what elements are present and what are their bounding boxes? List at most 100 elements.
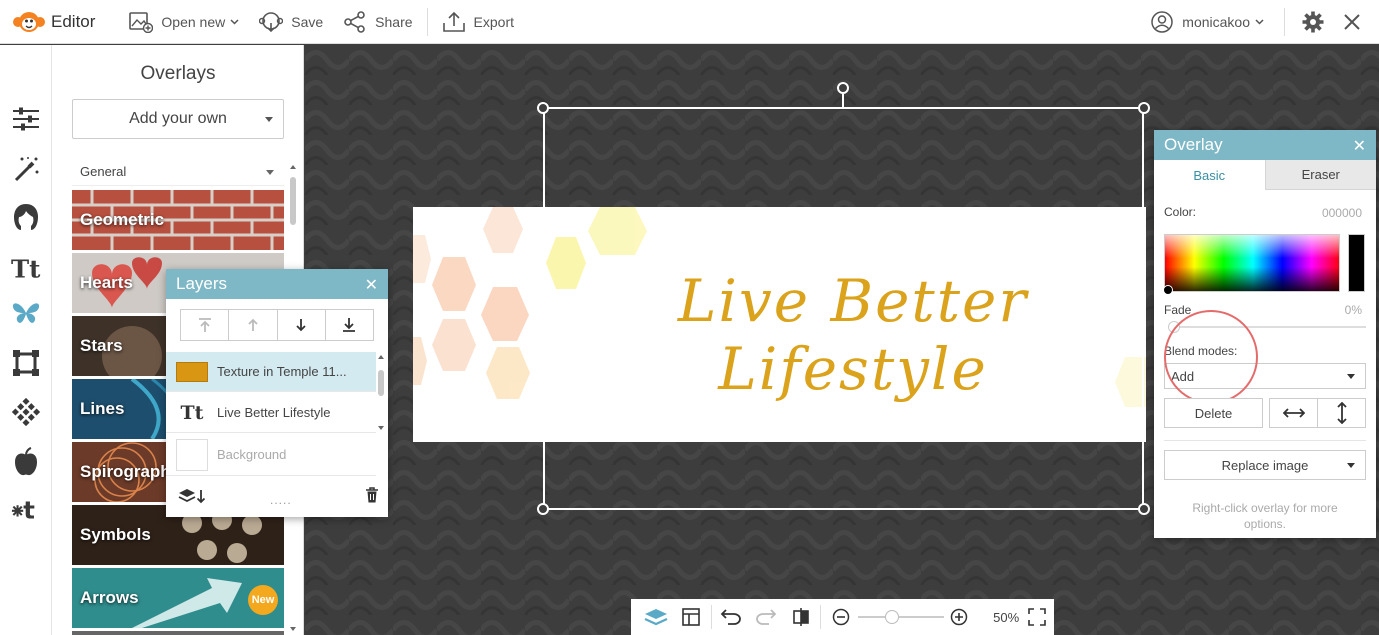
panel-resize-handle[interactable]: ..... bbox=[270, 493, 292, 507]
app-logo[interactable]: Editor bbox=[12, 9, 95, 35]
overlays-tool-button[interactable] bbox=[11, 298, 41, 328]
layer-item-background[interactable]: Background bbox=[166, 434, 376, 476]
redo-icon bbox=[756, 609, 777, 625]
highlight-circle bbox=[1164, 310, 1258, 404]
resize-handle-top-left[interactable] bbox=[537, 102, 549, 114]
selected-color-swatch[interactable] bbox=[1348, 234, 1365, 292]
replace-image-label: Replace image bbox=[1221, 457, 1309, 473]
zoom-in-button[interactable] bbox=[942, 599, 977, 635]
send-to-back-button[interactable] bbox=[326, 310, 373, 340]
overlay-panel-header[interactable]: Overlay ✕ bbox=[1154, 130, 1376, 160]
fullscreen-icon bbox=[1027, 608, 1046, 626]
resize-handle-bottom-right[interactable] bbox=[1138, 503, 1150, 515]
bring-to-front-button[interactable] bbox=[181, 310, 230, 340]
caret-down-icon bbox=[265, 117, 273, 122]
tool-category-bar: Tt t bbox=[0, 45, 52, 635]
zoom-out-button[interactable] bbox=[823, 599, 858, 635]
layer-thumbnail bbox=[176, 361, 208, 382]
undo-button[interactable] bbox=[714, 599, 749, 635]
flip-vertical-button[interactable] bbox=[1317, 398, 1366, 428]
layer-item-texture[interactable]: Texture in Temple 11... bbox=[166, 352, 376, 392]
grid-icon bbox=[682, 608, 701, 626]
save-label: Save bbox=[291, 13, 324, 30]
color-spectrum-shade bbox=[1165, 235, 1339, 291]
layer-thumbnail bbox=[176, 438, 208, 471]
replace-image-button[interactable]: Replace image bbox=[1164, 450, 1366, 480]
toolbar-divider bbox=[426, 7, 428, 36]
tab-basic[interactable]: Basic bbox=[1154, 160, 1265, 190]
redo-button[interactable] bbox=[749, 599, 784, 635]
compare-icon bbox=[793, 608, 809, 626]
panel-hint-text: Right-click overlay for more options. bbox=[1192, 501, 1338, 531]
close-icon[interactable]: ✕ bbox=[365, 275, 378, 295]
share-label: Share bbox=[375, 13, 413, 30]
frames-tool-button[interactable] bbox=[11, 348, 41, 378]
compare-button[interactable] bbox=[784, 599, 819, 635]
user-avatar-icon bbox=[1150, 10, 1182, 34]
panel-title: Layers bbox=[176, 274, 228, 293]
bring-to-front-icon bbox=[198, 318, 211, 332]
rotate-handle[interactable] bbox=[837, 82, 849, 94]
flip-vertical-icon bbox=[1336, 402, 1347, 424]
share-button[interactable]: Share bbox=[333, 0, 422, 44]
color-picker-marker[interactable] bbox=[1163, 285, 1173, 295]
butterfly-icon bbox=[12, 303, 40, 323]
svg-text:t: t bbox=[23, 495, 35, 523]
touch-up-tool-button[interactable] bbox=[11, 202, 41, 232]
layers-merge-icon bbox=[178, 489, 206, 504]
stickers-tool-button[interactable]: t bbox=[11, 493, 41, 523]
bring-forward-button[interactable] bbox=[229, 310, 278, 340]
overlay-tile-geometric[interactable]: Geometric bbox=[72, 190, 284, 250]
frame-icon bbox=[13, 350, 39, 376]
close-icon bbox=[1343, 13, 1361, 31]
color-spectrum-picker[interactable] bbox=[1164, 234, 1340, 292]
adjustments-tool-button[interactable] bbox=[11, 104, 41, 134]
save-button[interactable]: Save bbox=[249, 0, 333, 44]
layers-panel-header[interactable]: Layers ✕ bbox=[166, 269, 388, 299]
caret-down-icon bbox=[1347, 463, 1355, 468]
grid-toggle-button[interactable] bbox=[674, 599, 709, 635]
monkey-logo-icon bbox=[12, 9, 46, 35]
resize-handle-top-right[interactable] bbox=[1138, 102, 1150, 114]
overlay-tile-arrows[interactable]: Arrows New bbox=[72, 568, 284, 628]
close-editor-button[interactable] bbox=[1333, 0, 1379, 44]
delete-button[interactable]: Delete bbox=[1164, 398, 1263, 428]
textures-tool-button[interactable] bbox=[11, 397, 41, 427]
user-menu-button[interactable]: monicakoo bbox=[1140, 0, 1280, 44]
zoom-slider-thumb[interactable] bbox=[885, 610, 900, 624]
layers-toggle-button[interactable] bbox=[639, 599, 674, 635]
close-icon[interactable]: ✕ bbox=[1353, 136, 1366, 156]
text-icon: Tt bbox=[11, 254, 41, 282]
svg-text:Tt: Tt bbox=[11, 254, 41, 282]
zoom-level: 50% bbox=[993, 609, 1020, 625]
themes-tool-button[interactable] bbox=[11, 447, 41, 477]
texture-grid-icon bbox=[11, 397, 41, 427]
export-label: Export bbox=[473, 13, 514, 30]
layer-item-text[interactable]: Tt Live Better Lifestyle bbox=[166, 393, 376, 433]
overlay-selection-box[interactable] bbox=[543, 107, 1144, 510]
delete-layer-button[interactable] bbox=[365, 487, 379, 504]
category-select[interactable]: General bbox=[72, 158, 284, 186]
add-your-own-label: Add your own bbox=[129, 110, 227, 127]
add-your-own-button[interactable]: Add your own bbox=[72, 99, 284, 139]
effects-tool-button[interactable] bbox=[11, 154, 41, 184]
layer-label: Background bbox=[217, 447, 287, 462]
overlay-tile-partial bbox=[72, 631, 284, 635]
tile-label: Lines bbox=[80, 399, 125, 418]
merge-layers-button[interactable] bbox=[178, 487, 208, 505]
color-hex-value[interactable]: 000000 bbox=[1322, 206, 1362, 220]
fullscreen-button[interactable] bbox=[1019, 599, 1054, 635]
tab-eraser[interactable]: Eraser bbox=[1264, 160, 1376, 190]
layers-scrollbar[interactable] bbox=[376, 352, 386, 434]
text-tool-button[interactable]: Tt bbox=[11, 253, 41, 283]
fade-value: 0% bbox=[1344, 303, 1362, 317]
flip-horizontal-button[interactable] bbox=[1269, 398, 1318, 428]
settings-button[interactable] bbox=[1289, 0, 1333, 44]
trash-icon bbox=[366, 487, 378, 503]
zoom-slider[interactable] bbox=[858, 599, 945, 635]
export-button[interactable]: Export bbox=[432, 0, 524, 44]
color-label: Color: bbox=[1164, 205, 1197, 219]
open-new-button[interactable]: Open new bbox=[119, 0, 249, 44]
send-backward-button[interactable] bbox=[278, 310, 326, 340]
resize-handle-bottom-left[interactable] bbox=[537, 503, 549, 515]
